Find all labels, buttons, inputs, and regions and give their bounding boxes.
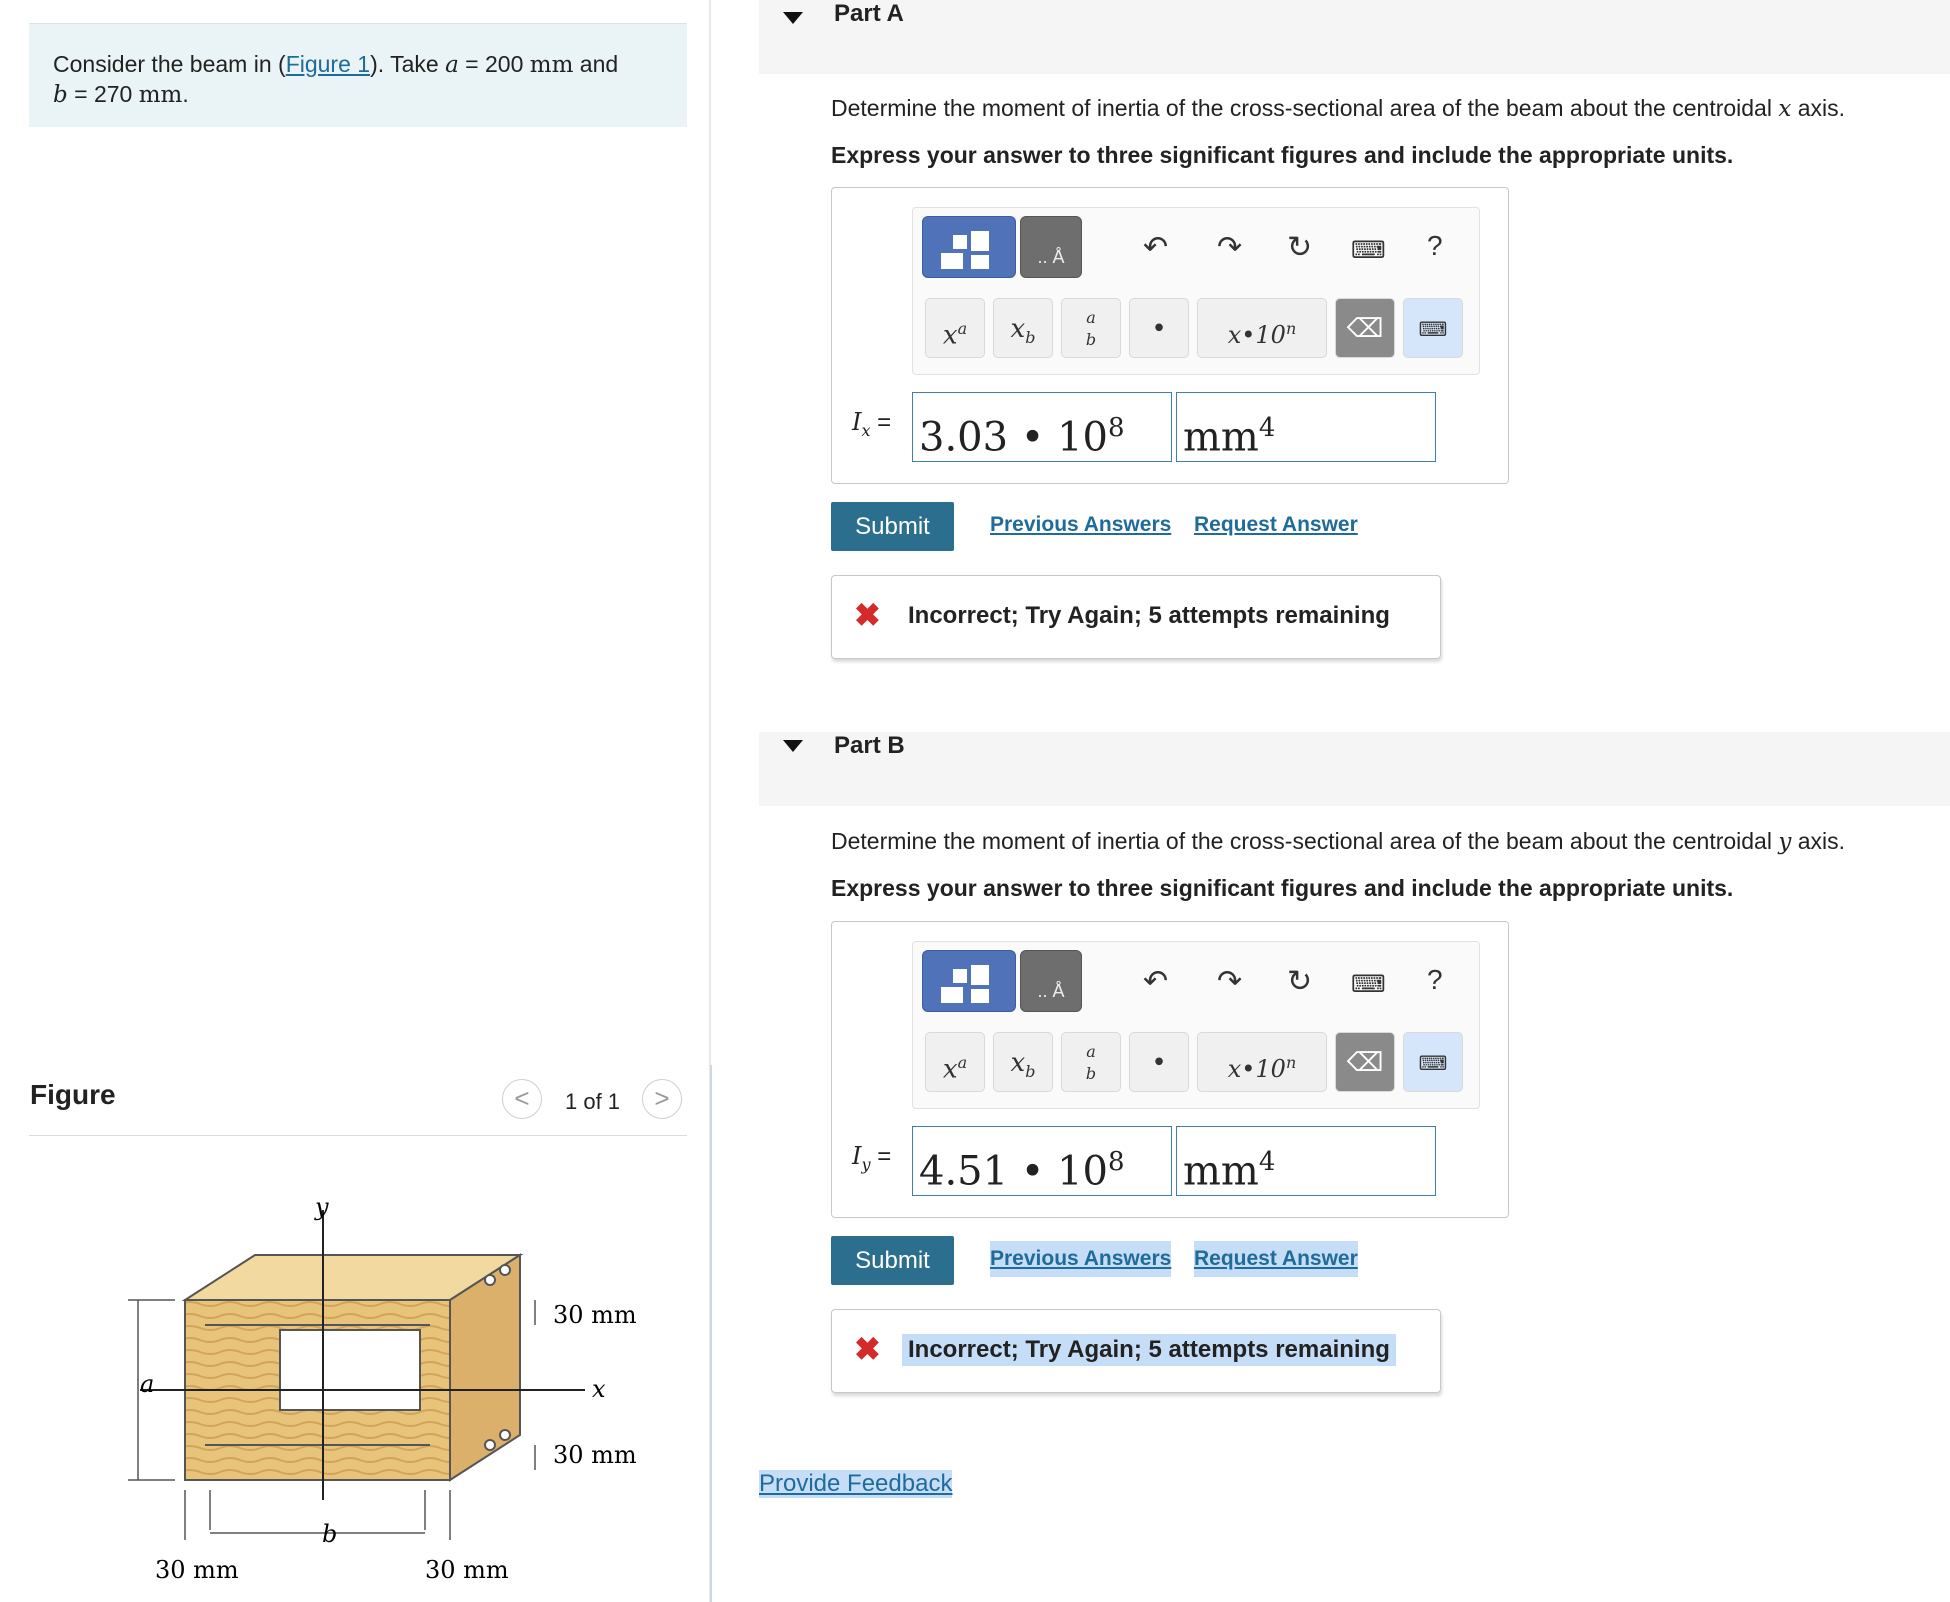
- redo-icon[interactable]: ↷: [1217, 230, 1242, 265]
- templates-icon: [941, 965, 989, 1003]
- angstrom-icon: .. Å: [1037, 981, 1065, 1001]
- left-width-label: 30 mm: [155, 1556, 239, 1584]
- bottom-thickness-label: 30 mm: [553, 1441, 637, 1469]
- key-dot[interactable]: •: [1129, 298, 1189, 358]
- templates-icon: [941, 231, 989, 269]
- backspace-icon[interactable]: ⌫: [1335, 1032, 1395, 1092]
- incorrect-x-icon: ✖: [854, 1331, 881, 1367]
- key-subscript[interactable]: xb: [993, 1032, 1053, 1092]
- part-b-value-input[interactable]: 4.51 • 108: [912, 1126, 1172, 1196]
- part-a-instruction: Express your answer to three significant…: [831, 142, 1734, 168]
- part-a-request-answer-link[interactable]: Request Answer: [1194, 513, 1358, 537]
- help-button[interactable]: ?: [1427, 964, 1443, 996]
- column-divider-accent: [710, 1065, 712, 1602]
- angstrom-icon: .. Å: [1037, 247, 1065, 267]
- templates-button[interactable]: [922, 950, 1016, 1012]
- key-fraction[interactable]: ab: [1061, 1032, 1121, 1092]
- key-scientific[interactable]: x•10n: [1197, 1032, 1327, 1092]
- part-a-header[interactable]: Part A: [759, 0, 1950, 74]
- collapse-caret-icon[interactable]: [783, 740, 803, 752]
- part-b-previous-answers-link[interactable]: Previous Answers: [990, 1241, 1172, 1277]
- part-a-question: Determine the moment of inertia of the c…: [831, 95, 1846, 122]
- part-a-value-input[interactable]: 3.03 • 108: [912, 392, 1172, 462]
- part-b-submit-button[interactable]: Submit: [831, 1236, 954, 1285]
- reset-icon[interactable]: ↻: [1287, 964, 1312, 999]
- problem-statement: Consider the beam in (Figure 1). Take a …: [29, 23, 687, 127]
- part-a-units-input[interactable]: mm4: [1176, 392, 1436, 462]
- part-a-previous-answers-link[interactable]: Previous Answers: [990, 513, 1171, 537]
- templates-button[interactable]: [922, 216, 1016, 278]
- beam-figure: y x a b 30 mm 30 mm 30 mm 30 mm: [128, 1193, 637, 1584]
- key-superscript[interactable]: xa: [925, 1032, 985, 1092]
- figure-link[interactable]: Figure 1: [286, 51, 370, 77]
- part-a-answer-label: Ix =: [852, 408, 892, 440]
- redo-icon[interactable]: ↷: [1217, 964, 1242, 999]
- help-button[interactable]: ?: [1427, 230, 1443, 262]
- figure-divider: [29, 1135, 687, 1136]
- keyboard-toggle-icon[interactable]: ⌨: [1403, 298, 1463, 358]
- part-a-answer-box: .. Å ↶ ↷ ↻ ⌨ ? xa xb ab • x•10n ⌫ ⌨ Ix =…: [831, 187, 1509, 484]
- figure-next-button[interactable]: >: [642, 1079, 682, 1119]
- b-dimension-label: b: [322, 1520, 337, 1548]
- undo-icon[interactable]: ↶: [1143, 230, 1168, 265]
- part-b-question: Determine the moment of inertia of the c…: [831, 828, 1846, 855]
- math-toolbar: .. Å ↶ ↷ ↻ ⌨ ? xa xb ab • x•10n ⌫ ⌨: [912, 941, 1480, 1109]
- part-b-answer-box: .. Å ↶ ↷ ↻ ⌨ ? xa xb ab • x•10n ⌫ ⌨ Iy =…: [831, 921, 1509, 1218]
- keyboard-icon[interactable]: ⌨: [1351, 236, 1386, 265]
- y-axis-label: y: [314, 1193, 329, 1221]
- key-dot[interactable]: •: [1129, 1032, 1189, 1092]
- figure-prev-button[interactable]: <: [502, 1079, 542, 1119]
- figure-heading: Figure: [30, 1079, 116, 1110]
- x-axis-label: x: [592, 1375, 606, 1403]
- beam-hollow: [279, 1329, 421, 1411]
- key-subscript[interactable]: xb: [993, 298, 1053, 358]
- undo-icon[interactable]: ↶: [1143, 964, 1168, 999]
- keyboard-toggle-icon[interactable]: ⌨: [1403, 1032, 1463, 1092]
- collapse-caret-icon[interactable]: [783, 12, 803, 24]
- part-b-units-input[interactable]: mm4: [1176, 1126, 1436, 1196]
- part-b-request-answer-link[interactable]: Request Answer: [1194, 1241, 1358, 1277]
- key-fraction[interactable]: ab: [1061, 298, 1121, 358]
- figure-counter: 1 of 1: [565, 1089, 621, 1114]
- math-toolbar: .. Å ↶ ↷ ↻ ⌨ ? xa xb ab • x•10n ⌫ ⌨: [912, 207, 1480, 375]
- part-b-instruction: Express your answer to three significant…: [831, 875, 1734, 901]
- key-scientific[interactable]: x•10n: [1197, 298, 1327, 358]
- reset-icon[interactable]: ↻: [1287, 230, 1312, 265]
- provide-feedback-link[interactable]: Provide Feedback: [759, 1470, 953, 1498]
- top-thickness-label: 30 mm: [553, 1301, 637, 1329]
- incorrect-x-icon: ✖: [854, 597, 881, 633]
- part-a-feedback: ✖ Incorrect; Try Again; 5 attempts remai…: [831, 575, 1441, 659]
- part-b-answer-label: Iy =: [852, 1142, 892, 1174]
- part-a-submit-button[interactable]: Submit: [831, 502, 954, 551]
- key-superscript[interactable]: xa: [925, 298, 985, 358]
- part-b-feedback: ✖ Incorrect; Try Again; 5 attempts remai…: [831, 1309, 1441, 1393]
- symbols-button[interactable]: .. Å: [1020, 216, 1082, 278]
- right-width-label: 30 mm: [425, 1556, 509, 1584]
- keyboard-icon[interactable]: ⌨: [1351, 970, 1386, 999]
- backspace-icon[interactable]: ⌫: [1335, 298, 1395, 358]
- part-b-header[interactable]: Part B: [759, 732, 1950, 806]
- a-dimension-label: a: [140, 1370, 154, 1398]
- symbols-button[interactable]: .. Å: [1020, 950, 1082, 1012]
